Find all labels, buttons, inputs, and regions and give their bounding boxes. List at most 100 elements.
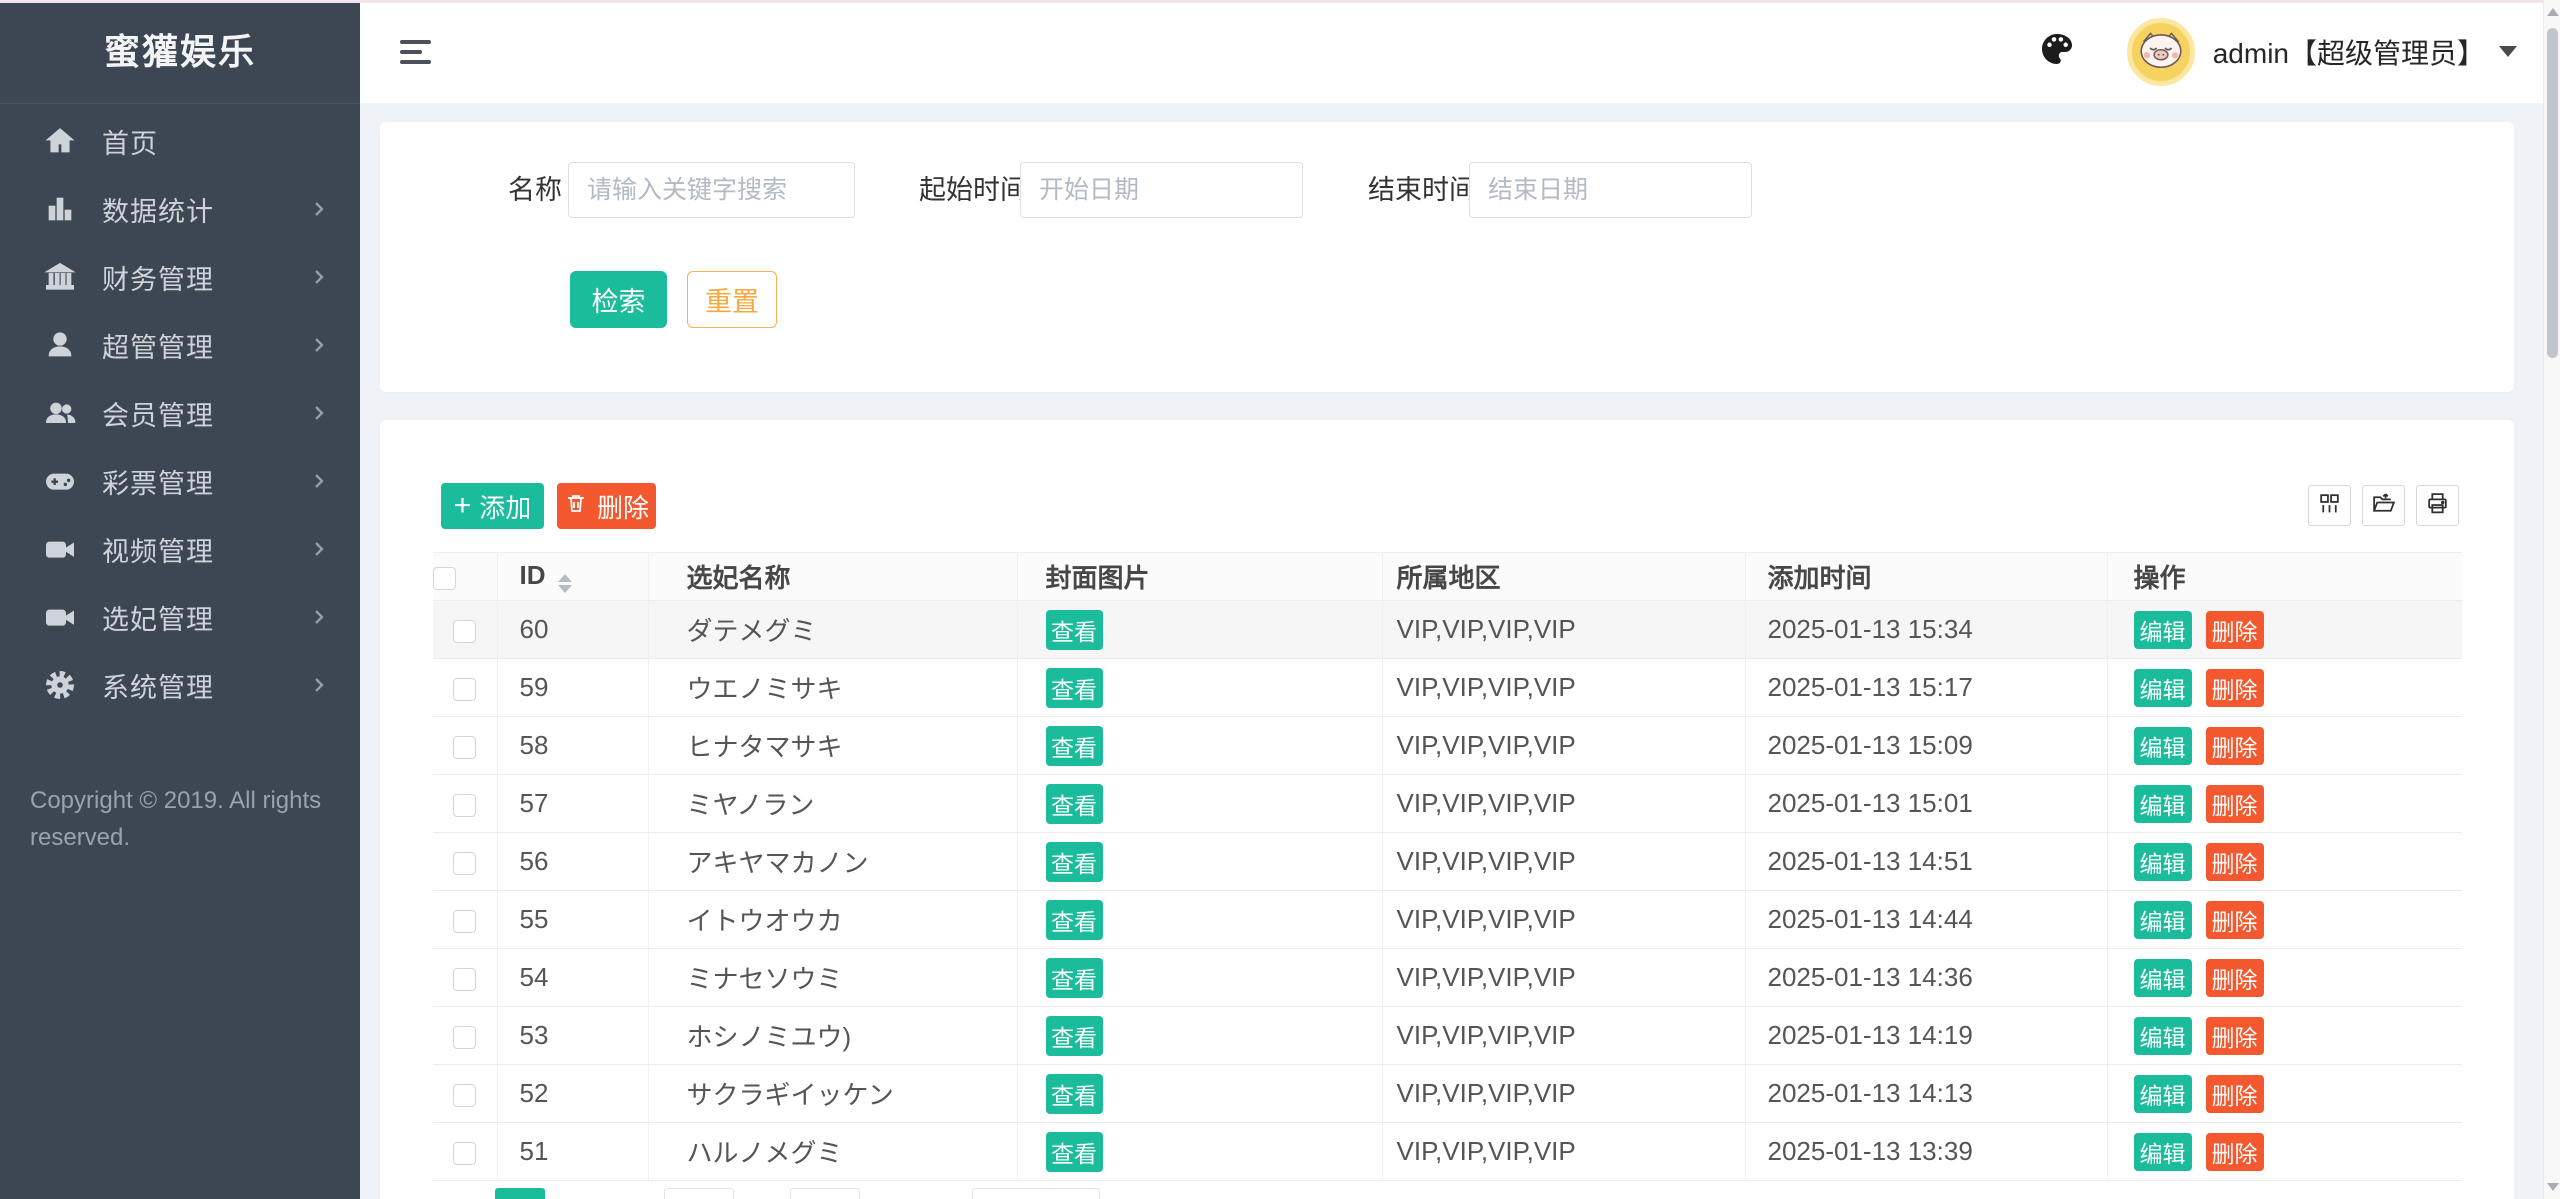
chevron-right-icon — [308, 538, 330, 560]
row-checkbox[interactable] — [453, 1084, 476, 1107]
chevron-right-icon — [308, 674, 330, 696]
table-row: 55イトウオウカ查看VIP,VIP,VIP,VIP2025-01-13 14:4… — [433, 891, 2462, 949]
delete-button[interactable]: 删除 — [2206, 669, 2264, 707]
sidebar-item-super-admin[interactable]: 超管管理 — [0, 311, 360, 379]
view-button[interactable]: 查看 — [1046, 1016, 1103, 1056]
sidebar-item-system[interactable]: 系统管理 — [0, 651, 360, 719]
table-row: 56アキヤマカノン查看VIP,VIP,VIP,VIP2025-01-13 14:… — [433, 833, 2462, 891]
sidebar-item-label: 首页 — [102, 122, 158, 161]
delete-button[interactable]: 删除 — [2206, 727, 2264, 765]
added-time: 2025-01-13 14:36 — [1745, 949, 2107, 1007]
row-id: 54 — [497, 949, 648, 1007]
edit-button[interactable]: 编辑 — [2134, 1075, 2192, 1113]
consort-name: イトウオウカ — [648, 891, 1017, 949]
row-checkbox[interactable] — [453, 852, 476, 875]
added-time: 2025-01-13 15:34 — [1745, 601, 2107, 659]
columns-filter-button[interactable] — [2308, 485, 2351, 526]
row-id: 58 — [497, 717, 648, 775]
added-time: 2025-01-13 13:39 — [1745, 1123, 2107, 1181]
edit-button[interactable]: 编辑 — [2134, 727, 2192, 765]
delete-button[interactable]: 删除 — [2206, 1133, 2264, 1171]
sidebar-item-home[interactable]: 首页 — [0, 107, 360, 175]
scrollbar-thumb[interactable] — [2547, 28, 2558, 358]
keyword-input[interactable] — [568, 162, 855, 218]
palette-icon — [2039, 31, 2075, 72]
delete-button[interactable]: 删除 — [2206, 1075, 2264, 1113]
row-id: 57 — [497, 775, 648, 833]
edit-button[interactable]: 编辑 — [2134, 611, 2192, 649]
consort-name: アキヤマカノン — [648, 833, 1017, 891]
table-body: 60ダテメグミ查看VIP,VIP,VIP,VIP2025-01-13 15:34… — [433, 601, 2462, 1181]
table-tools — [2308, 485, 2459, 526]
consort-name: ミナセソウミ — [648, 949, 1017, 1007]
add-button[interactable]: + 添加 — [441, 483, 544, 529]
row-checkbox[interactable] — [453, 620, 476, 643]
view-button[interactable]: 查看 — [1046, 1074, 1103, 1114]
row-checkbox[interactable] — [453, 794, 476, 817]
view-button[interactable]: 查看 — [1046, 900, 1103, 940]
chevron-right-icon — [308, 198, 330, 220]
bulk-delete-button[interactable]: 删除 — [557, 483, 656, 529]
sidebar-item-consort[interactable]: 选妃管理 — [0, 583, 360, 651]
delete-button[interactable]: 删除 — [2206, 1017, 2264, 1055]
scrollbar[interactable] — [2543, 0, 2560, 1199]
sidebar-toggle-button[interactable] — [400, 40, 434, 64]
edit-button[interactable]: 编辑 — [2134, 1133, 2192, 1171]
edit-button[interactable]: 编辑 — [2134, 959, 2192, 997]
sidebar-item-finance[interactable]: 财务管理 — [0, 243, 360, 311]
avatar[interactable] — [2127, 18, 2195, 86]
sidebar-item-stats[interactable]: 数据统计 — [0, 175, 360, 243]
pagination-button[interactable] — [972, 1188, 1100, 1199]
edit-button[interactable]: 编辑 — [2134, 669, 2192, 707]
print-button[interactable] — [2416, 485, 2459, 526]
users-icon — [42, 395, 78, 431]
column-header-2: 封面图片 — [1017, 553, 1382, 601]
view-button[interactable]: 查看 — [1046, 784, 1103, 824]
topbar: admin【超级管理员】 — [360, 0, 2543, 103]
select-all-checkbox[interactable] — [433, 567, 456, 590]
edit-button[interactable]: 编辑 — [2134, 901, 2192, 939]
view-button[interactable]: 查看 — [1046, 726, 1103, 766]
view-button[interactable]: 查看 — [1046, 842, 1103, 882]
pagination-page-current[interactable] — [495, 1188, 545, 1199]
scroll-down-arrow[interactable] — [2547, 1183, 2559, 1191]
delete-button[interactable]: 删除 — [2206, 843, 2264, 881]
view-button[interactable]: 查看 — [1046, 1132, 1103, 1172]
export-button[interactable] — [2362, 485, 2405, 526]
pagination-button[interactable] — [664, 1188, 734, 1199]
main-content: 名称 起始时间 结束时间 检索 重置 + 添加 删除 — [360, 103, 2543, 1199]
pagination-button[interactable] — [790, 1188, 860, 1199]
delete-button[interactable]: 删除 — [2206, 785, 2264, 823]
sidebar-item-video[interactable]: 视频管理 — [0, 515, 360, 583]
consort-name: ヒナタマサキ — [648, 717, 1017, 775]
scroll-up-arrow[interactable] — [2547, 8, 2559, 16]
table-header-row: ID选妃名称封面图片所属地区添加时间操作 — [433, 553, 2462, 601]
column-header-id[interactable]: ID — [497, 553, 648, 601]
theme-button[interactable] — [2037, 32, 2077, 72]
delete-button[interactable]: 删除 — [2206, 901, 2264, 939]
view-button[interactable]: 查看 — [1046, 958, 1103, 998]
delete-button[interactable]: 删除 — [2206, 959, 2264, 997]
edit-button[interactable]: 编辑 — [2134, 1017, 2192, 1055]
edit-button[interactable]: 编辑 — [2134, 785, 2192, 823]
start-date-input[interactable] — [1020, 162, 1303, 218]
sort-icon[interactable] — [558, 574, 572, 593]
added-time: 2025-01-13 15:09 — [1745, 717, 2107, 775]
row-checkbox[interactable] — [453, 1142, 476, 1165]
sidebar-item-lottery[interactable]: 彩票管理 — [0, 447, 360, 515]
username-text: admin【超级管理员】 — [2213, 32, 2485, 72]
row-checkbox[interactable] — [453, 1026, 476, 1049]
search-button[interactable]: 检索 — [570, 271, 667, 328]
delete-button[interactable]: 删除 — [2206, 611, 2264, 649]
row-checkbox[interactable] — [453, 910, 476, 933]
user-menu[interactable]: admin【超级管理员】 — [2213, 32, 2517, 72]
view-button[interactable]: 查看 — [1046, 668, 1103, 708]
end-date-input[interactable] — [1469, 162, 1752, 218]
view-button[interactable]: 查看 — [1046, 610, 1103, 650]
edit-button[interactable]: 编辑 — [2134, 843, 2192, 881]
row-checkbox[interactable] — [453, 968, 476, 991]
reset-button[interactable]: 重置 — [687, 271, 777, 328]
row-checkbox[interactable] — [453, 678, 476, 701]
sidebar-item-members[interactable]: 会员管理 — [0, 379, 360, 447]
row-checkbox[interactable] — [453, 736, 476, 759]
